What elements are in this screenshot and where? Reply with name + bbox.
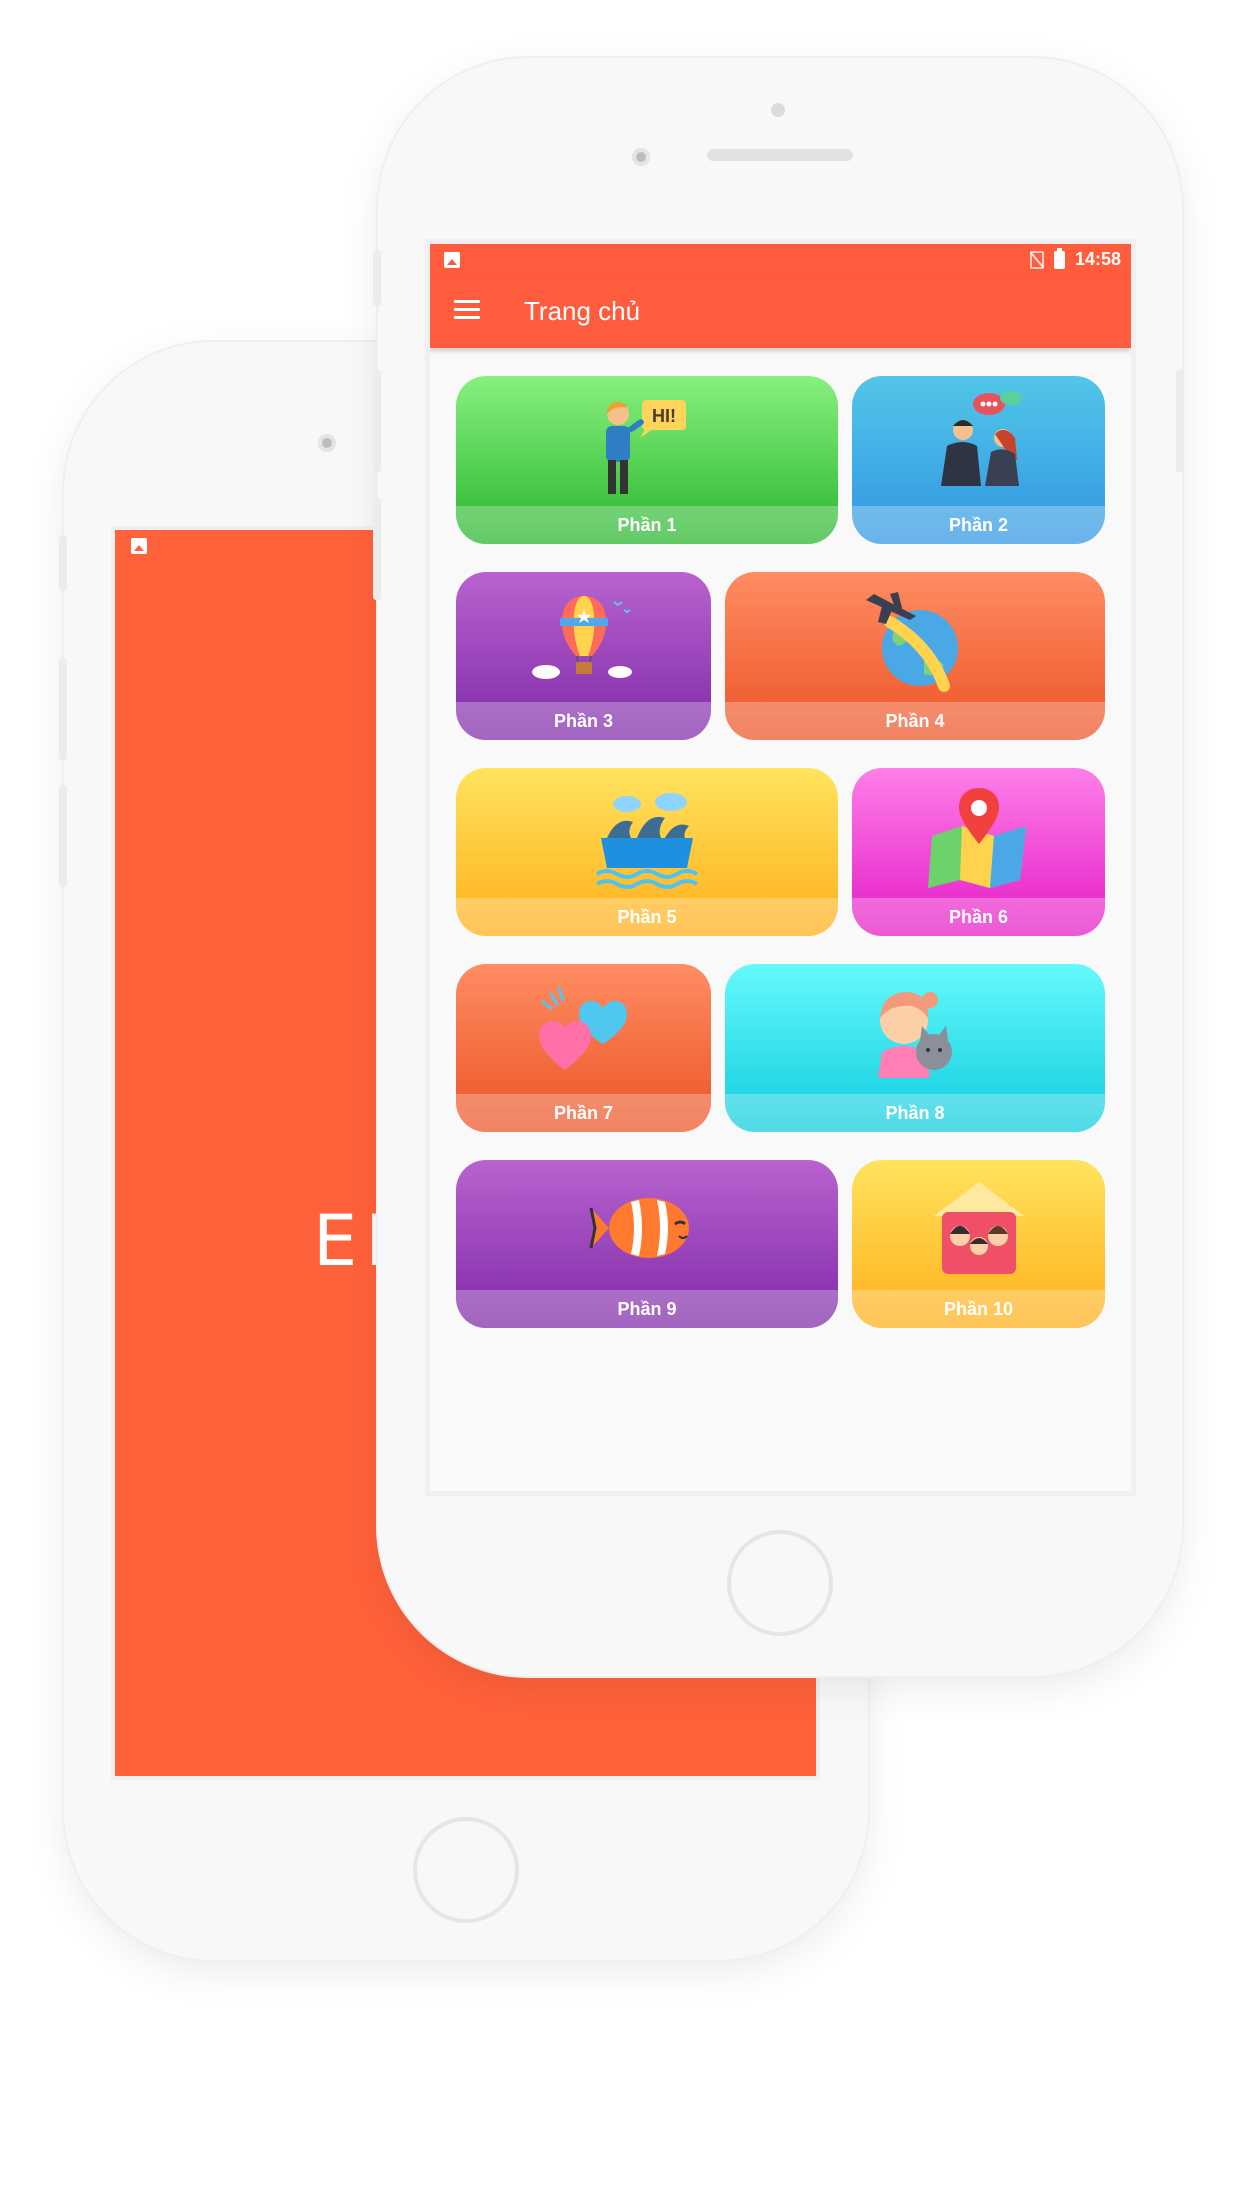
girl-cat-icon	[878, 992, 952, 1078]
part-label: Phần 3	[553, 710, 614, 731]
part-label: Phần 10	[943, 1298, 1014, 1319]
back-phone-volume-down-button	[59, 785, 67, 887]
part-label: Phần 7	[553, 1102, 614, 1123]
hi-person-icon: HI!	[606, 400, 686, 494]
part-tile-3[interactable]: Phần 3	[456, 572, 711, 740]
part-tile-9[interactable]: Phần 9	[456, 1160, 838, 1328]
part-tile-6[interactable]: Phần 6	[852, 768, 1105, 936]
map-pin-icon	[927, 788, 1026, 888]
plane-globe-icon	[866, 592, 958, 692]
part-label: Phần 1	[617, 514, 677, 535]
part-tile-4[interactable]: Phần 4	[725, 572, 1105, 740]
clownfish-icon	[589, 1198, 689, 1258]
status-icons: 14:58	[1029, 247, 1121, 270]
svg-text:HI!: HI!	[652, 406, 676, 426]
battery-icon	[1053, 247, 1065, 269]
front-phone-mute-button	[373, 250, 381, 306]
part-tile-1[interactable]: HI! Phần 1	[456, 376, 838, 544]
part-label: Phần 6	[948, 906, 1009, 927]
back-phone-mute-button	[59, 535, 67, 591]
part-label: Phần 8	[885, 1102, 945, 1123]
part-tile-10[interactable]: Phần 10	[852, 1160, 1105, 1328]
menu-icon[interactable]	[454, 300, 480, 320]
back-phone-camera	[318, 434, 336, 452]
status-time: 14:58	[1074, 249, 1121, 269]
front-phone-camera	[632, 148, 650, 166]
part-tile-2[interactable]: Phần 2	[852, 376, 1105, 544]
front-phone-sensor	[771, 103, 785, 117]
gallery-icon	[131, 538, 147, 554]
front-phone-power-button	[1176, 370, 1184, 472]
front-phone-speaker	[707, 149, 853, 161]
front-phone-volume-up-button	[373, 370, 381, 472]
part-tile-5[interactable]: Phần 5	[456, 768, 838, 936]
no-sim-icon	[1029, 250, 1044, 269]
part-tile-8[interactable]: Phần 8	[725, 964, 1105, 1132]
business-chat-icon	[940, 391, 1022, 486]
hearts-icon	[538, 986, 627, 1070]
part-label: Phần 2	[948, 514, 1009, 535]
app-toolbar: Trang chủ	[430, 276, 1131, 348]
part-label: Phần 5	[617, 906, 677, 927]
dolphins-icon	[595, 793, 699, 889]
family-house-icon	[933, 1182, 1024, 1274]
hot-air-balloon-icon	[531, 596, 632, 679]
part-label: Phần 9	[617, 1298, 677, 1319]
back-phone-volume-up-button	[59, 658, 67, 760]
gallery-icon	[444, 252, 460, 268]
part-tile-7[interactable]: Phần 7	[456, 964, 711, 1132]
status-bar: 14:58	[430, 244, 1131, 276]
part-label: Phần 4	[885, 710, 945, 731]
page-title: Trang chủ	[524, 296, 641, 326]
back-phone-home-button	[413, 1817, 519, 1923]
front-phone-volume-down-button	[373, 498, 381, 600]
app-screen: 14:58 Trang chủ HI! Phần 1 Phần 2 Phần 3…	[430, 244, 1131, 1491]
front-phone-home-button	[727, 1530, 833, 1636]
